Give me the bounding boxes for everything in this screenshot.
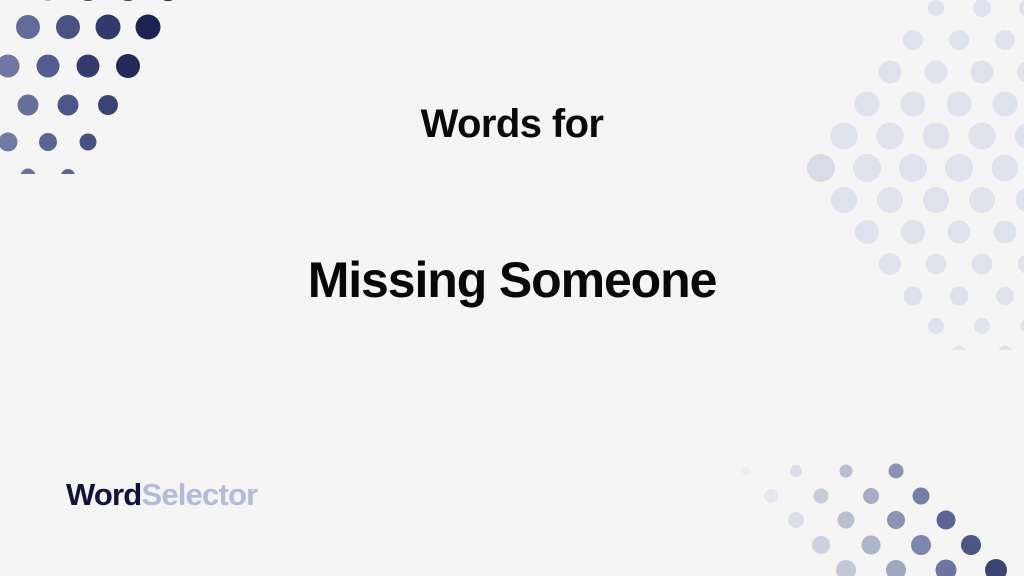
eyebrow-text: Words for (420, 102, 604, 146)
page-title: Missing Someone (307, 252, 718, 308)
brand-secondary-text: Selector (141, 477, 258, 512)
brand-logo[interactable]: WordSelector (66, 477, 258, 512)
brand-primary-text: Word (66, 477, 142, 512)
slide-canvas: Words for Missing Someone WordSelector (0, 0, 1024, 576)
